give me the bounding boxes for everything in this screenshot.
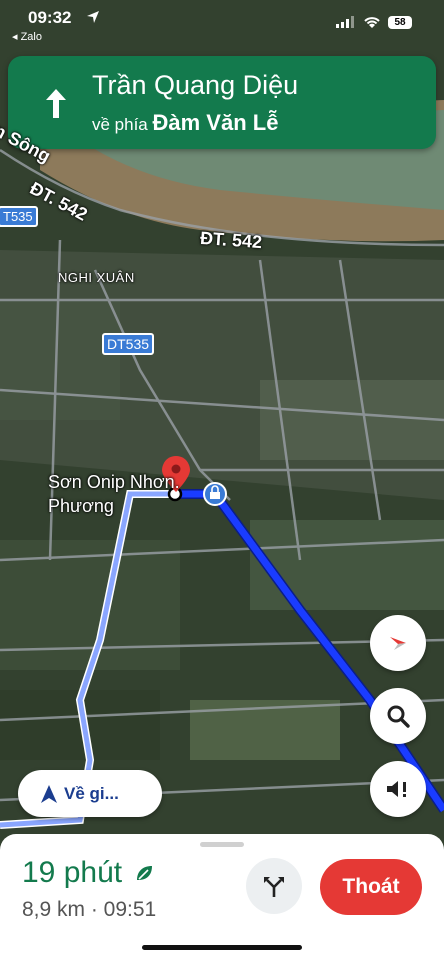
poi-label-line2: Phương: [48, 496, 114, 516]
area-label-nghi-xuan: NGHI XUÂN: [58, 270, 135, 285]
road-shield-dt535: DT535: [102, 333, 155, 355]
home-indicator[interactable]: [142, 945, 302, 950]
navigation-arrow-icon: [41, 784, 57, 803]
poi-label[interactable]: Sơn Onip Nhơn. Phương: [48, 470, 180, 518]
wifi-icon: [364, 17, 380, 28]
straight-arrow-icon: [46, 89, 66, 118]
toward-prefix: về phía: [92, 115, 148, 134]
search-icon: [387, 705, 410, 728]
road-shield-t535: T535: [0, 206, 38, 227]
recenter-button[interactable]: Về gi...: [18, 770, 162, 817]
exit-navigation-button[interactable]: Thoát: [320, 859, 422, 915]
toward-direction: về phía Đàm Văn Lễ: [92, 110, 278, 136]
alternate-routes-button[interactable]: [246, 858, 302, 914]
location-arrow-icon: [87, 11, 99, 23]
search-button[interactable]: [370, 688, 426, 744]
poi-label-line1: Sơn Onip Nhơn.: [48, 472, 180, 492]
recenter-label: Về gi...: [64, 783, 119, 803]
battery-indicator: 58: [388, 16, 412, 29]
compass-button[interactable]: [370, 615, 426, 671]
sheet-drag-handle[interactable]: [200, 842, 244, 847]
eco-leaf-icon: [137, 866, 153, 880]
trip-duration-text: 19 phút: [22, 856, 123, 889]
trip-duration: 19 phút: [22, 856, 154, 890]
navigation-instruction-banner[interactable]: Trần Quang Diệu về phía Đàm Văn Lễ: [8, 56, 436, 149]
trip-distance-eta: 8,9 km · 09:51: [22, 898, 157, 921]
road-label-dt542-b: ĐT. 542: [199, 227, 263, 253]
route-fork-icon: [264, 877, 284, 897]
compass-icon: [390, 637, 406, 650]
cellular-signal-icon: [336, 16, 354, 28]
next-street-name: Trần Quang Diệu: [92, 70, 299, 100]
status-time: 09:32: [28, 8, 72, 27]
back-to-app-link[interactable]: ◂ Zalo: [12, 30, 42, 43]
status-bar: 09:32 ◂ Zalo 58: [0, 0, 444, 48]
speaker-alert-icon: [387, 781, 406, 797]
trip-summary-sheet[interactable]: 19 phút 8,9 km · 09:51 Thoát: [0, 834, 444, 960]
toward-street-name: Đàm Văn Lễ: [152, 110, 279, 135]
sound-alerts-button[interactable]: [370, 761, 426, 817]
